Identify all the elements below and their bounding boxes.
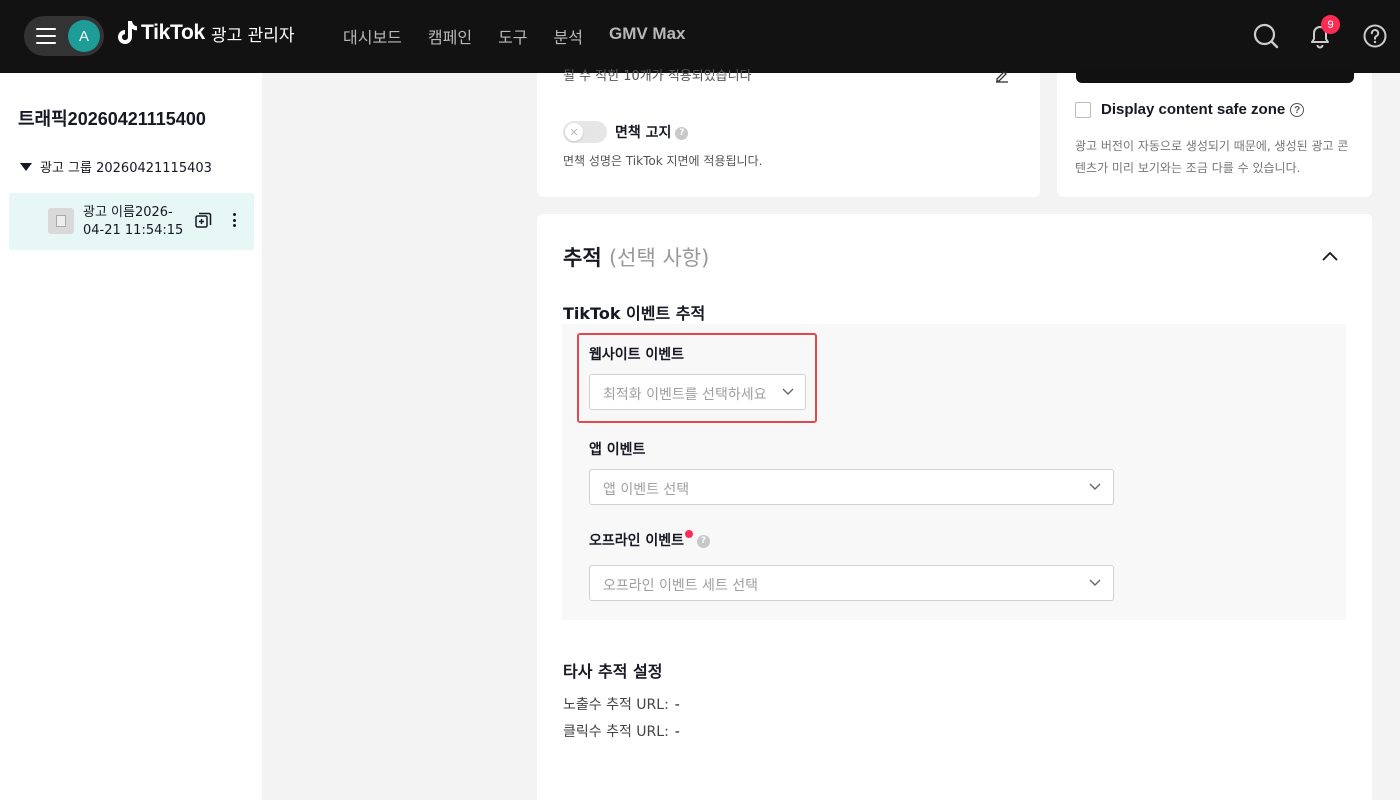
third-party-tracking-title: 타사 추적 설정 <box>563 662 663 681</box>
optional-tag: (선택 사항) <box>608 246 710 270</box>
collapse-chevron-up-icon[interactable] <box>1322 250 1338 262</box>
website-events-placeholder: 최적화 이벤트를 선택하세요 <box>603 387 767 403</box>
offline-events-label: 오프라인 이벤트? <box>589 530 711 550</box>
help-icon[interactable] <box>1362 23 1388 49</box>
impression-url-label: 노출수 추적 URL: <box>563 697 669 713</box>
help-icon[interactable]: ? <box>675 126 689 140</box>
campaign-tree-sidebar: 트래픽20260421115400 광고 그룹 20260421115403 광… <box>0 73 262 800</box>
nav-gmv-max[interactable]: GMV Max <box>609 24 686 48</box>
safe-zone-description: 광고 버전이 자동으로 생성되기 때문에, 생성된 광고 콘텐츠가 미리 보기와… <box>1075 139 1349 175</box>
ad-group-item[interactable]: 광고 그룹 20260421115403 <box>20 157 212 176</box>
offline-events-placeholder: 오프라인 이벤트 세트 선택 <box>603 578 759 594</box>
disclaimer-toggle[interactable]: ✕ <box>563 121 607 143</box>
help-icon[interactable]: ? <box>697 534 711 548</box>
website-events-select[interactable]: 최적화 이벤트를 선택하세요 <box>589 374 806 410</box>
top-navigation-bar: A TikTok 광고 관리자 대시보드 캠페인 도구 분석 GMV Max 9 <box>0 0 1400 73</box>
main-nav: 대시보드 캠페인 도구 분석 GMV Max <box>343 24 686 48</box>
account-menu-button[interactable]: A <box>24 16 104 56</box>
safe-zone-label-text: Display content safe zone <box>1101 101 1286 118</box>
ad-thumbnail-icon <box>48 208 74 234</box>
nav-dashboard[interactable]: 대시보드 <box>343 24 402 48</box>
safe-zone-checkbox[interactable] <box>1075 102 1091 118</box>
campaign-name[interactable]: 트래픽20260421115400 <box>18 105 206 131</box>
search-icon[interactable] <box>1253 23 1279 49</box>
logo-subtitle: 광고 관리자 <box>210 25 295 46</box>
tracking-title: 추적 <box>563 246 602 270</box>
click-url-label: 클릭수 추적 URL: <box>563 724 669 740</box>
section-title: 추적 (선택 사항) <box>563 242 709 272</box>
nav-campaign[interactable]: 캠페인 <box>428 24 472 48</box>
ad-group-name: 광고 그룹 20260421115403 <box>40 161 212 176</box>
nav-tools[interactable]: 도구 <box>498 24 527 48</box>
tiktok-logo[interactable]: TikTok 광고 관리자 <box>116 20 295 46</box>
tiktok-note-icon <box>118 21 137 44</box>
safe-zone-label: Display content safe zone? <box>1101 101 1305 118</box>
app-events-label: 앱 이벤트 <box>589 442 646 458</box>
chevron-down-icon <box>1089 579 1101 586</box>
creative-settings-card: 될 수 적힌 10개가 적용되었습니다 ✕ 면책 고지? 면책 성명은 TikT… <box>537 69 1040 197</box>
caret-down-icon[interactable] <box>20 162 32 171</box>
ad-name: 광고 이름2026-04-21 11:54:15 <box>83 205 184 238</box>
ad-preview-card: Display content safe zone? 광고 버전이 자동으로 생… <box>1057 69 1372 197</box>
offline-events-label-text: 오프라인 이벤트 <box>589 533 685 549</box>
help-icon[interactable]: ? <box>1290 103 1305 118</box>
duplicate-icon[interactable] <box>195 212 212 229</box>
ad-item-selected[interactable]: 광고 이름2026-04-21 11:54:15 <box>9 193 254 250</box>
chevron-down-icon <box>782 388 794 395</box>
chevron-down-icon <box>1089 483 1101 490</box>
click-url-value: - <box>674 724 680 740</box>
impression-url-value: - <box>674 697 680 713</box>
hamburger-menu-icon[interactable] <box>36 28 56 44</box>
app-events-placeholder: 앱 이벤트 선택 <box>603 482 690 498</box>
disclaimer-description: 면책 성명은 TikTok 지면에 적용됩니다. <box>563 154 763 168</box>
disclaimer-label: 면책 고지? <box>615 122 689 142</box>
more-options-icon[interactable] <box>231 213 237 227</box>
app-events-select[interactable]: 앱 이벤트 선택 <box>589 469 1114 505</box>
tiktok-events-title: TikTok 이벤트 추적 <box>563 304 706 323</box>
avatar[interactable]: A <box>68 20 100 52</box>
website-events-label: 웹사이트 이벤트 <box>589 347 685 363</box>
click-url-row: 클릭수 추적 URL: - <box>563 721 680 741</box>
new-feature-dot <box>685 530 694 538</box>
creative-info-text: 될 수 적힌 10개가 적용되었습니다 <box>563 69 752 84</box>
offline-events-select[interactable]: 오프라인 이벤트 세트 선택 <box>589 565 1114 601</box>
preview-frame <box>1076 69 1354 83</box>
notification-count-badge: 9 <box>1321 15 1340 34</box>
toggle-off-icon: ✕ <box>565 123 583 141</box>
impression-url-row: 노출수 추적 URL: - <box>563 694 680 714</box>
edit-icon[interactable] <box>995 69 1009 83</box>
disclaimer-label-text: 면책 고지 <box>615 125 672 141</box>
tracking-card: 추적 (선택 사항) TikTok 이벤트 추적 웹사이트 이벤트 최적화 이벤… <box>537 214 1372 800</box>
logo-text: TikTok <box>141 21 205 44</box>
nav-analytics[interactable]: 분석 <box>554 24 583 48</box>
